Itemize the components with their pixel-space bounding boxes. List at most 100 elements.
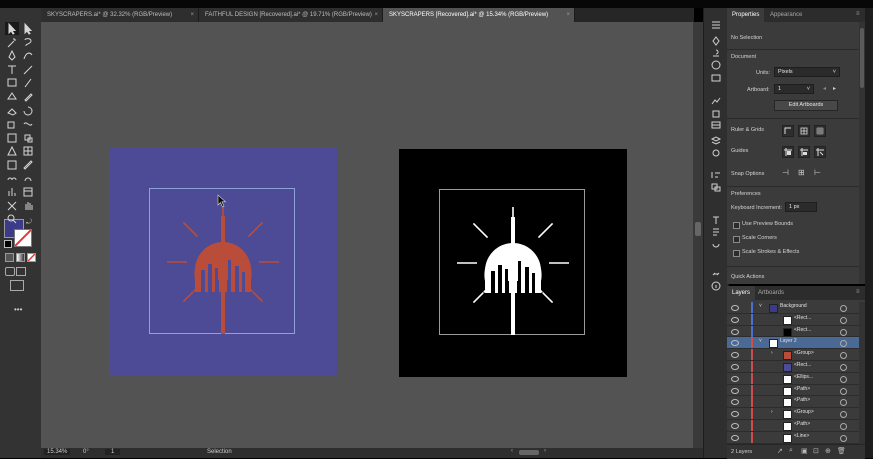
layer-row[interactable]: › <Group> (727, 349, 859, 361)
slice-icon[interactable] (5, 199, 19, 212)
shaper-icon[interactable] (5, 90, 19, 103)
close-icon[interactable]: × (190, 8, 194, 22)
expand-chevron-icon[interactable]: ˅ (759, 303, 762, 309)
blend-icon[interactable] (5, 172, 19, 185)
layer-name[interactable]: <Group> (794, 409, 814, 415)
layer-name[interactable]: <Path> (794, 397, 810, 403)
visibility-eye-icon[interactable] (731, 411, 739, 418)
visibility-eye-icon[interactable] (731, 340, 739, 347)
keyboard-increment-field[interactable]: 1 px (785, 202, 817, 212)
skyscraper-logo[interactable] (399, 149, 627, 377)
target-circle-icon[interactable] (840, 399, 847, 407)
scale-strokes-checkbox[interactable] (733, 250, 740, 257)
tab-skyscrapers[interactable]: SKYSCRAPERS.ai* @ 32.32% (RGB/Preview) × (41, 8, 199, 22)
pen-tool-icon[interactable] (5, 49, 19, 62)
layer-row[interactable]: <Path> (727, 420, 859, 432)
status-scroll-arrow-icon[interactable]: › (544, 448, 546, 454)
free-transform-icon[interactable] (5, 131, 19, 144)
opentype-icon[interactable] (710, 239, 722, 249)
visibility-eye-icon[interactable] (731, 305, 739, 311)
line-tool-icon[interactable] (21, 63, 35, 76)
perspective-icon[interactable] (5, 144, 19, 157)
target-circle-icon[interactable] (840, 305, 847, 312)
rotate-icon[interactable] (21, 104, 35, 117)
target-circle-icon[interactable] (840, 423, 847, 430)
pencil-icon[interactable] (21, 90, 35, 103)
panel-menu-icon[interactable] (710, 20, 722, 30)
target-circle-icon[interactable] (840, 352, 847, 360)
stroke-swatch[interactable] (14, 229, 32, 247)
expand-chevron-icon[interactable]: › (771, 409, 773, 415)
transparency-icon[interactable] (710, 108, 722, 118)
symbol-sprayer-icon[interactable] (21, 172, 35, 185)
expand-chevron-icon[interactable]: ˅ (759, 338, 762, 344)
units-dropdown[interactable]: Pixels ˅ (774, 67, 840, 77)
zoom-field[interactable]: 15.34% (44, 449, 71, 455)
scroll-thumb[interactable] (695, 222, 701, 236)
tab-artboards[interactable]: Artboards (753, 286, 789, 300)
target-circle-icon[interactable] (840, 375, 847, 383)
paintbrush-icon[interactable] (21, 76, 35, 89)
type-tool-icon[interactable] (5, 63, 19, 76)
zoom-icon[interactable] (5, 212, 19, 225)
paragraph-icon[interactable] (710, 227, 722, 237)
color-wheel-icon[interactable] (710, 60, 722, 70)
clubs-icon[interactable] (710, 48, 722, 58)
layer-row[interactable]: <Path> (727, 384, 859, 397)
layer-name[interactable]: <Group> (794, 350, 814, 356)
tab-faithful-design[interactable]: FAITHFUL DESIGN [Recovered].ai* @ 19.71%… (199, 8, 383, 22)
visibility-eye-icon[interactable] (731, 328, 739, 335)
artboard-blue[interactable] (109, 148, 337, 376)
panel-menu-icon[interactable]: ≡ (856, 289, 860, 295)
skyscraper-logo[interactable] (109, 148, 337, 376)
info-icon[interactable] (710, 281, 722, 291)
curvature-icon[interactable] (21, 49, 35, 62)
rectangle-tool-icon[interactable] (5, 76, 19, 89)
rulers-toggle-icon[interactable] (782, 125, 794, 137)
layer-name[interactable]: <Line> (794, 433, 809, 439)
show-guides-icon[interactable] (782, 146, 794, 158)
shape-builder-icon[interactable] (21, 131, 35, 144)
status-scroll-arrow-icon[interactable]: ‹ (511, 448, 513, 454)
screen-mode-icon[interactable] (10, 280, 24, 291)
prev-artboard-icon[interactable]: ◂ (823, 85, 826, 92)
pixel-grid-icon[interactable] (814, 125, 826, 137)
grid-toggle-icon[interactable] (798, 125, 810, 137)
panel-scroll-thumb[interactable] (860, 28, 864, 88)
artboard-tool-icon[interactable] (21, 185, 35, 198)
target-circle-icon[interactable] (840, 364, 847, 371)
artboard-black[interactable] (399, 149, 627, 377)
delete-layer-icon[interactable]: 🗑 (837, 447, 846, 455)
smart-guides-icon[interactable] (814, 146, 826, 158)
cc-libraries-icon[interactable] (710, 73, 722, 83)
hand-icon[interactable] (21, 199, 35, 212)
eraser-icon[interactable] (5, 104, 19, 117)
puppet-icon[interactable] (710, 36, 722, 46)
find-object-icon[interactable]: ⌕ (789, 447, 793, 455)
snap-to-point-icon[interactable]: ⊣ (782, 168, 789, 177)
visibility-eye-icon[interactable] (731, 423, 739, 429)
warp-icon[interactable] (21, 117, 35, 130)
scale-corners-checkbox[interactable] (733, 236, 740, 243)
visibility-eye-icon[interactable] (731, 434, 739, 441)
document-canvas[interactable] (41, 22, 693, 448)
vertical-scrollbar[interactable] (693, 22, 703, 448)
artboard-field[interactable]: 1 ˅ (774, 84, 814, 94)
layer-name[interactable]: <Ellips... (794, 374, 813, 380)
target-circle-icon[interactable] (840, 411, 847, 419)
layer-row[interactable]: <Rect... (727, 313, 859, 326)
gradient-icon[interactable] (5, 158, 19, 171)
color-mode-icon[interactable] (5, 253, 14, 262)
gradient-mode-icon[interactable] (16, 253, 25, 262)
layer-name[interactable]: <Rect... (794, 315, 811, 321)
layer-name[interactable]: Background (780, 303, 807, 309)
layer-row[interactable]: <Rect... (727, 361, 859, 373)
snap-to-pixel-icon[interactable]: ⊞ (798, 168, 805, 177)
target-circle-icon[interactable] (840, 434, 847, 442)
use-preview-bounds-checkbox[interactable] (733, 222, 740, 229)
layers-stack-icon[interactable] (710, 136, 722, 146)
layer-name[interactable]: <Path> (794, 421, 810, 427)
target-circle-icon[interactable] (840, 328, 847, 336)
visibility-eye-icon[interactable] (731, 364, 739, 370)
visibility-eye-icon[interactable] (731, 375, 739, 382)
